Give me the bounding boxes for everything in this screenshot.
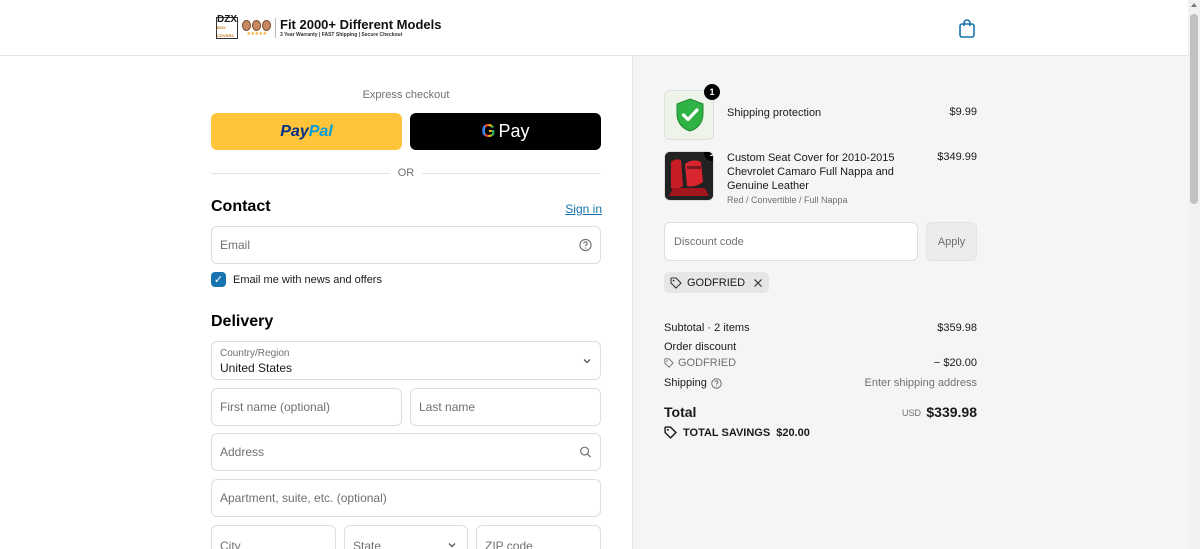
google-pay-label: Pay (498, 121, 530, 141)
paypal-button[interactable]: Pay Pal (211, 113, 402, 150)
shield-check-icon (676, 98, 704, 132)
page-scrollbar[interactable] (1188, 0, 1200, 549)
state-select[interactable]: State (344, 525, 468, 549)
item-price: $9.99 (949, 106, 977, 118)
apply-discount-button[interactable]: Apply (926, 222, 977, 261)
apartment-field[interactable]: Apartment, suite, etc. (optional) (211, 479, 601, 517)
total-savings-row: TOTAL SAVINGS $20.00 (664, 426, 810, 439)
scroll-up-icon[interactable] (1191, 3, 1197, 7)
zip-field[interactable]: ZIP code (476, 525, 601, 549)
help-circle-icon[interactable] (579, 238, 592, 252)
address-field[interactable]: Address (211, 433, 601, 471)
brand-sub: BOX COVERS (217, 25, 234, 38)
express-checkout-label: Express checkout (362, 89, 450, 101)
country-select[interactable]: Country/Region United States (211, 341, 601, 380)
or-label: OR (390, 167, 422, 179)
sign-in-link[interactable]: Sign in (560, 202, 602, 216)
applied-discount-chip: GODFRIED (664, 272, 770, 293)
store-logo[interactable]: DZX BOX COVERS ★★★★★ Fit 2000+ Different… (216, 14, 442, 40)
order-discount-label: Order discount (664, 341, 737, 353)
delivery-heading: Delivery (211, 313, 274, 330)
seat-cover-image (665, 152, 713, 200)
total-label: Total (664, 404, 697, 420)
paypal-logo-pay: Pay (280, 122, 309, 140)
order-discount-row: Order discount (664, 341, 977, 353)
total-row: Total USD $339.98 (664, 404, 977, 422)
site-header: DZX BOX COVERS ★★★★★ Fit 2000+ Different… (0, 0, 1188, 56)
search-icon (580, 446, 592, 458)
total-value: $339.98 (926, 404, 977, 420)
avatar (242, 19, 251, 31)
email-placeholder: Email (220, 238, 251, 252)
quantity-badge: 1 (704, 84, 720, 100)
total-currency: USD (901, 408, 921, 418)
applied-code-label: GODFRIED (687, 276, 746, 289)
first-name-field[interactable]: First name (optional) (211, 388, 402, 426)
shipping-row: Shipping Enter shipping address (664, 377, 977, 389)
paypal-logo-pal: Pal (308, 122, 333, 140)
customer-avatars: ★★★★★ (242, 19, 271, 37)
discount-code-input[interactable]: Discount code (664, 222, 918, 261)
apartment-placeholder: Apartment, suite, etc. (optional) (220, 491, 387, 505)
subtotal-value: $359.98 (937, 322, 977, 334)
chevron-down-icon (583, 358, 591, 363)
help-circle-icon[interactable] (711, 377, 722, 389)
avatar (252, 19, 261, 31)
avatar (262, 19, 271, 31)
last-name-field[interactable]: Last name (410, 388, 601, 426)
brand-mark: DZX BOX COVERS (216, 14, 238, 39)
product-thumbnail: 1 (664, 84, 720, 140)
tag-icon (664, 426, 677, 439)
line-item: 1 Custom Seat Cover for 2010-2015 Chevro… (664, 151, 977, 211)
discount-code-label: GODFRIED (678, 357, 737, 369)
discount-value: − $20.00 (933, 357, 977, 369)
item-variant: Red / Convertible / Full Nappa (727, 195, 848, 205)
item-title: Shipping protection (727, 107, 822, 119)
shipping-label: Shipping (664, 377, 707, 389)
product-thumbnail: 1 (664, 151, 714, 201)
brand-name: DZX (217, 14, 237, 25)
chevron-down-icon (448, 543, 456, 548)
google-pay-button[interactable]: G Pay (410, 113, 601, 150)
country-label: Country/Region (220, 348, 290, 359)
tag-icon (670, 276, 682, 289)
shopping-bag-icon[interactable] (958, 18, 976, 38)
close-icon[interactable] (753, 278, 763, 288)
item-price: $349.99 (937, 151, 977, 163)
newsletter-checkbox[interactable]: ✓ (211, 272, 226, 287)
last-name-placeholder: Last name (419, 400, 476, 414)
logo-title: Fit 2000+ Different Models (280, 16, 442, 32)
tag-icon (664, 358, 674, 368)
savings-label: TOTAL SAVINGS (683, 426, 771, 439)
logo-tagline: 3 Year Warranty | FAST Shipping | Secure… (280, 31, 403, 38)
contact-heading: Contact (211, 198, 271, 215)
newsletter-option[interactable]: ✓ Email me with news and offers (211, 272, 382, 287)
scrollbar-thumb[interactable] (1190, 14, 1198, 204)
city-placeholder: City (220, 539, 241, 549)
zip-placeholder: ZIP code (485, 539, 533, 549)
google-g-icon: G (481, 121, 496, 141)
rating-stars: ★★★★★ (246, 30, 267, 37)
subtotal-row: Subtotal · 2 items $359.98 (664, 322, 977, 334)
item-title: Custom Seat Cover for 2010-2015 Chevrole… (727, 152, 895, 192)
country-value: United States (220, 361, 293, 375)
shipping-value: Enter shipping address (864, 377, 977, 389)
newsletter-label: Email me with news and offers (233, 273, 382, 286)
state-placeholder: State (353, 539, 382, 549)
logo-divider (275, 18, 276, 38)
savings-value: $20.00 (776, 426, 810, 439)
subtotal-label: Subtotal · 2 items (664, 322, 750, 334)
email-field[interactable]: Email (211, 226, 601, 264)
discount-placeholder: Discount code (674, 235, 744, 248)
discount-code-row: GODFRIED − $20.00 (664, 357, 977, 371)
line-item: 1 Shipping protection $9.99 (664, 84, 977, 140)
city-field[interactable]: City (211, 525, 336, 549)
first-name-placeholder: First name (optional) (220, 400, 331, 414)
address-placeholder: Address (220, 445, 265, 459)
